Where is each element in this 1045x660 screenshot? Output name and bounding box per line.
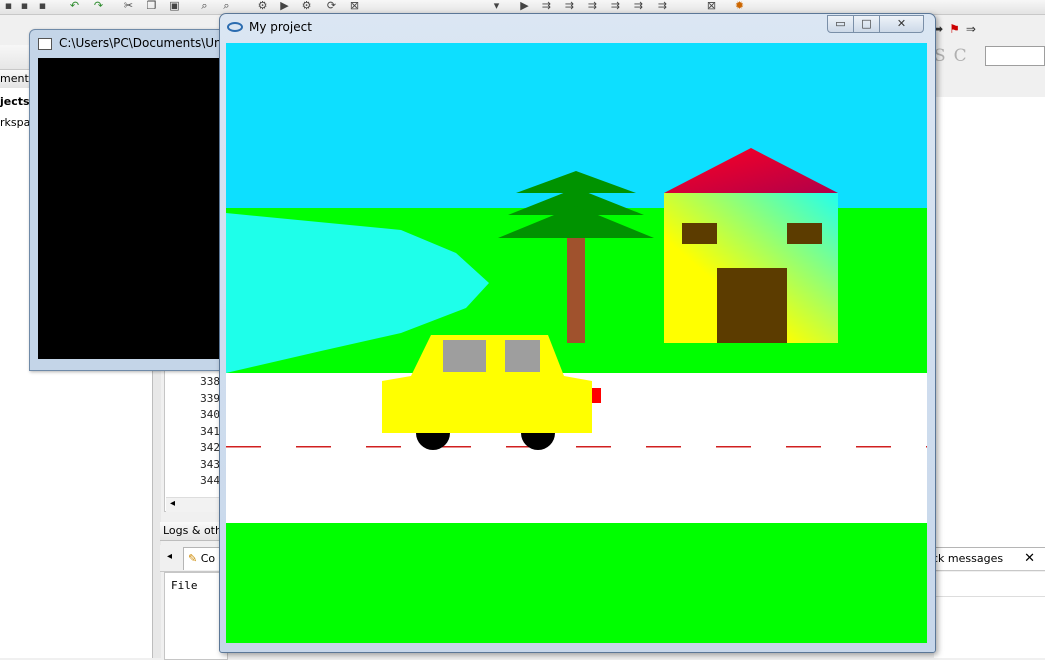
- lane-dash: [646, 446, 681, 448]
- find-icon[interactable]: ⌕: [198, 0, 211, 12]
- console-window[interactable]: C:\Users\PC\Documents\Untit: [29, 29, 231, 371]
- debug-windows-icon[interactable]: ✹: [733, 0, 746, 12]
- copy-icon[interactable]: ❐: [145, 0, 158, 12]
- console-window-icon: [38, 37, 52, 50]
- line-number: 338: [200, 375, 220, 388]
- lane-dash: [856, 446, 891, 448]
- line-number-gutter: 338 339 340 341 342 343 344: [192, 374, 220, 490]
- debug-run-icon[interactable]: ▶: [518, 0, 531, 12]
- lane-dash: [716, 446, 751, 448]
- line-number: 340: [200, 408, 220, 421]
- house-window-left: [682, 223, 717, 244]
- maximize-button[interactable]: □: [853, 15, 880, 33]
- projects-tab-label[interactable]: jects: [0, 95, 30, 108]
- tab-scroll-left-icon[interactable]: ◂: [167, 551, 172, 562]
- s-icon[interactable]: S: [934, 46, 954, 66]
- car-tail-light: [592, 388, 601, 403]
- debug-step-icon[interactable]: ⇉: [609, 0, 622, 12]
- build-icon[interactable]: ⚙: [256, 0, 269, 12]
- save-icon[interactable]: ▪: [2, 0, 15, 12]
- run-icon[interactable]: ▶: [278, 0, 291, 12]
- close-button[interactable]: ✕: [879, 15, 924, 33]
- lane-dash: [226, 446, 261, 448]
- tab-label: Co: [200, 552, 216, 565]
- flag-icon[interactable]: ⚑: [949, 22, 966, 36]
- redo-icon[interactable]: ↷: [92, 0, 105, 12]
- debug-step-icon[interactable]: ⇉: [563, 0, 576, 12]
- app-window-icon: [227, 22, 243, 32]
- close-icon[interactable]: ✕: [1024, 548, 1035, 570]
- line-number: 344: [200, 474, 220, 487]
- debug-step-icon[interactable]: ⇉: [586, 0, 599, 12]
- scene: [226, 43, 927, 643]
- build-run-icon[interactable]: ⚙: [300, 0, 313, 12]
- workspace-label[interactable]: rkspa: [0, 116, 30, 129]
- note-icon: ✎: [188, 552, 198, 565]
- build-messages-table: [934, 572, 1045, 658]
- scroll-left-icon[interactable]: ◂: [170, 498, 175, 509]
- console-title-bar[interactable]: C:\Users\PC\Documents\Untit: [30, 30, 230, 56]
- search-options-icons: SC: [934, 46, 975, 66]
- console-title: C:\Users\PC\Documents\Untit: [59, 36, 230, 50]
- lane-dash: [926, 446, 927, 448]
- drawing-canvas[interactable]: [226, 43, 927, 643]
- replace-icon[interactable]: ⌕: [220, 0, 233, 12]
- line-number: 339: [200, 391, 220, 405]
- abort-icon[interactable]: ⊠: [348, 0, 361, 12]
- lane-dash: [296, 446, 331, 448]
- file-column-header[interactable]: File: [171, 579, 198, 592]
- lane-dash: [576, 446, 611, 448]
- line-number: 341: [200, 424, 220, 438]
- rebuild-icon[interactable]: ⟳: [325, 0, 338, 12]
- console-output[interactable]: [38, 58, 230, 359]
- save-all-icon[interactable]: ▪: [36, 0, 49, 12]
- lane-dash: [786, 446, 821, 448]
- save-icon[interactable]: ▪: [18, 0, 31, 12]
- cut-icon[interactable]: ✂: [122, 0, 135, 12]
- editor-right-area: [934, 97, 1045, 547]
- lane-dash: [366, 446, 401, 448]
- chevron-down-icon[interactable]: ▾: [490, 0, 503, 12]
- line-number: 342: [200, 441, 220, 454]
- c-icon[interactable]: C: [954, 46, 975, 66]
- arrow-right-icon[interactable]: ⇒: [966, 22, 982, 36]
- minimize-button[interactable]: ▭: [827, 15, 854, 33]
- undo-icon[interactable]: ↶: [68, 0, 81, 12]
- search-input[interactable]: [985, 46, 1045, 66]
- car-window-front: [443, 340, 486, 372]
- grass-foreground: [226, 523, 927, 643]
- tab-label: ck messages: [932, 552, 1004, 565]
- tree-trunk: [567, 238, 585, 343]
- house-window-right: [787, 223, 822, 244]
- debug-stop-icon[interactable]: ⊠: [705, 0, 718, 12]
- debug-step-icon[interactable]: ⇉: [632, 0, 645, 12]
- debug-step-icon[interactable]: ⇉: [656, 0, 669, 12]
- window-title: My project: [249, 20, 312, 34]
- house-door: [717, 268, 787, 343]
- bookmark-toolbar: ➡⚑⇒: [933, 22, 982, 36]
- tab-build-messages[interactable]: ck messages ✕: [930, 547, 1045, 571]
- line-number: 343: [200, 457, 220, 471]
- debug-step-icon[interactable]: ⇉: [540, 0, 553, 12]
- editor-horizontal-scrollbar[interactable]: ◂: [166, 497, 226, 512]
- car-window-rear: [505, 340, 540, 372]
- paste-icon[interactable]: ▣: [168, 0, 181, 12]
